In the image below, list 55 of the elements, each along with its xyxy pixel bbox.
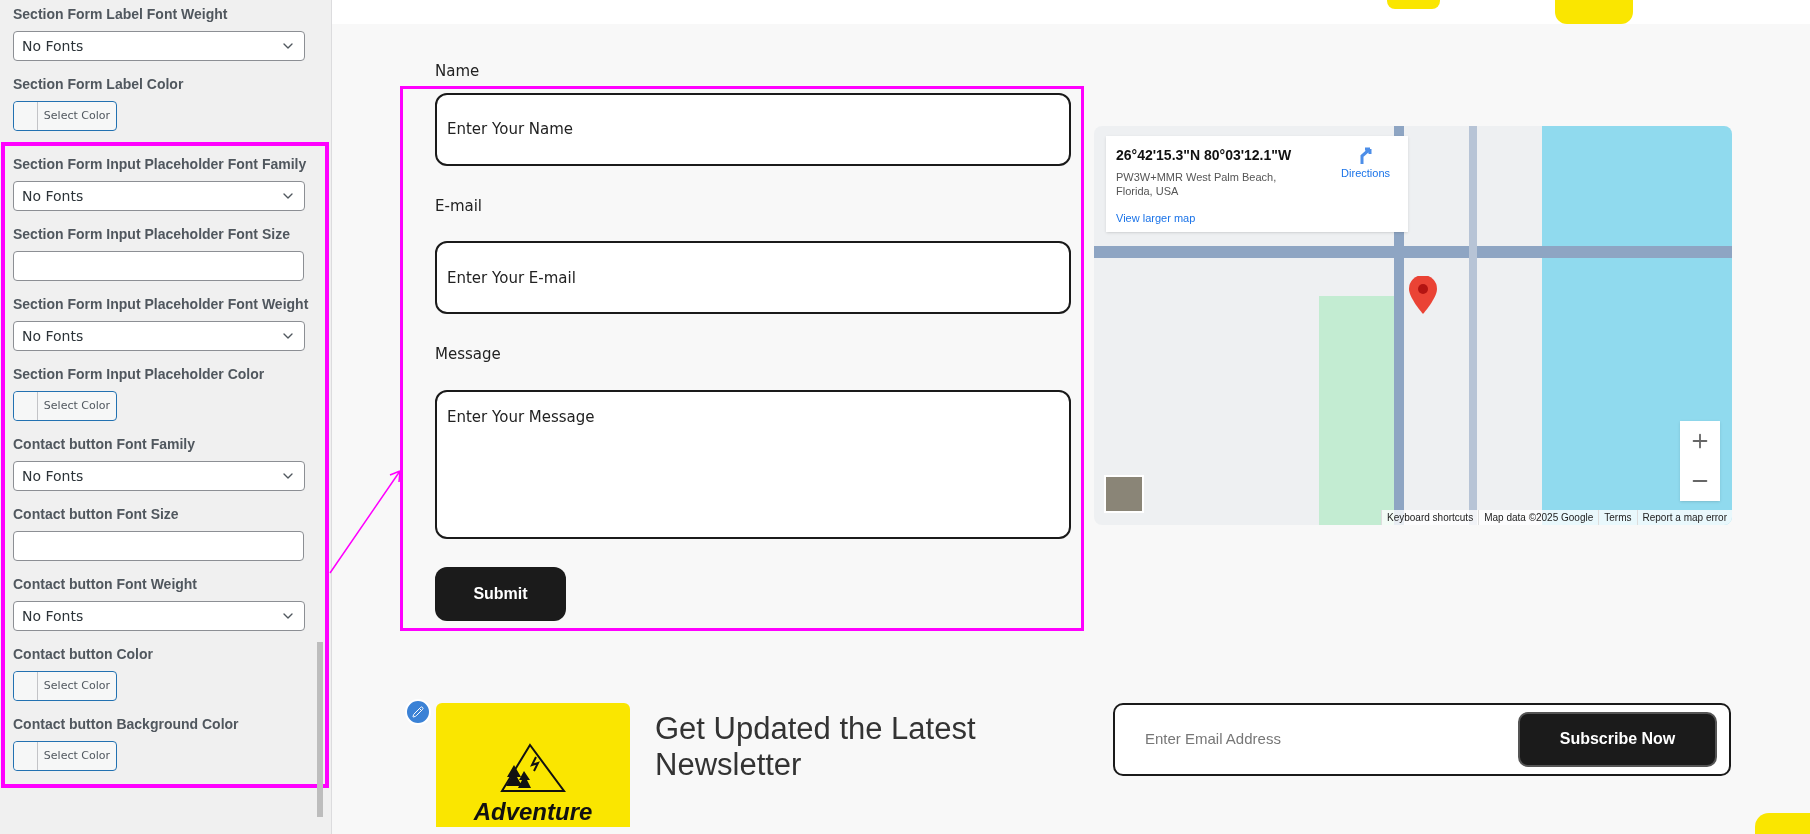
input-field[interactable]: Enter Your Name — [435, 92, 1071, 166]
map-footer-link[interactable]: Report a map error — [1636, 510, 1732, 525]
mountain-trees-icon — [500, 742, 566, 793]
input-field[interactable] — [13, 251, 304, 281]
decorative-shape — [1387, 0, 1440, 9]
map-view[interactable]: 26°42'15.3"N 80°03'12.1"W PW3W+MMR West Palm Beach, Florida, USA Directions View larger map Keyboard shortcuts Map data ©2025 Google Terms Report a map error — [1094, 126, 1732, 525]
font-select[interactable]: No Fonts — [13, 461, 305, 491]
email-subscribe-field[interactable]: Enter Email Address Subscribe Now — [1113, 702, 1731, 776]
field-label: Section Form Label Color — [13, 75, 185, 94]
select-color-button[interactable]: Select Color — [13, 391, 117, 421]
field-label: Section Form Input Placeholder Font Size — [13, 225, 291, 244]
field-label: Section Form Input Placeholder Font Family — [13, 155, 308, 174]
field-label: Contact button Background Color — [13, 715, 240, 734]
input-field[interactable]: Enter Your E-mail — [435, 241, 1071, 314]
field-label: Contact button Color — [13, 645, 154, 664]
font-select[interactable]: No Fonts — [13, 31, 305, 61]
subscribe-button[interactable]: Subscribe Now — [1518, 711, 1717, 767]
edit-badge[interactable] — [405, 698, 431, 725]
color-swatch — [14, 392, 38, 420]
message-field[interactable]: Enter Your Message — [435, 389, 1071, 539]
map-footer-link[interactable]: Map data ©2025 Google — [1478, 510, 1599, 525]
font-select[interactable]: No Fonts — [13, 601, 305, 631]
newsletter-title: Get Updated the Latest Newsletter — [655, 710, 977, 783]
coordinates-text: 26°42'15.3"N 80°03'12.1"W — [1116, 146, 1293, 165]
satellite-thumbnail[interactable] — [1104, 475, 1144, 513]
color-swatch — [14, 102, 38, 130]
field-label: Contact button Font Size — [13, 505, 180, 524]
field-label: Section Form Input Placeholder Color — [13, 365, 266, 384]
font-select[interactable]: No Fonts — [13, 181, 305, 211]
map-footer-link[interactable]: Terms — [1598, 510, 1637, 525]
color-swatch — [14, 672, 38, 700]
address-text: PW3W+MMR West Palm Beach, Florida, USA — [1116, 170, 1278, 198]
field-label: E-mail — [435, 195, 484, 217]
field-label: Contact button Font Family — [13, 435, 196, 454]
select-color-button[interactable]: Select Color — [13, 671, 117, 701]
scrollbar-thumb[interactable] — [317, 642, 323, 817]
input-field[interactable] — [13, 531, 304, 561]
field-label: Contact button Font Weight — [13, 575, 199, 594]
submit-button[interactable]: Submit — [435, 566, 566, 621]
decorative-shape — [1755, 813, 1810, 834]
font-select[interactable]: No Fonts — [13, 321, 305, 351]
email-input[interactable]: Enter Email Address — [1145, 727, 1445, 751]
select-color-button[interactable]: Select Color — [13, 101, 117, 131]
field-label: Section Form Label Font Weight — [13, 5, 229, 24]
brand-name: Adventure — [473, 798, 593, 825]
field-label: Name — [435, 61, 481, 82]
location-pin-icon — [1409, 276, 1437, 314]
map-footer-link[interactable]: Keyboard shortcuts — [1381, 510, 1479, 525]
pencil-icon — [412, 705, 424, 718]
field-label: Message — [435, 344, 502, 365]
field-label: Section Form Input Placeholder Font Weight — [13, 295, 310, 314]
color-swatch — [14, 742, 38, 770]
view-larger-map-link[interactable]: View larger map — [1116, 210, 1398, 227]
select-color-button[interactable]: Select Color — [13, 741, 117, 771]
directions-link[interactable]: Directions — [1341, 145, 1390, 198]
